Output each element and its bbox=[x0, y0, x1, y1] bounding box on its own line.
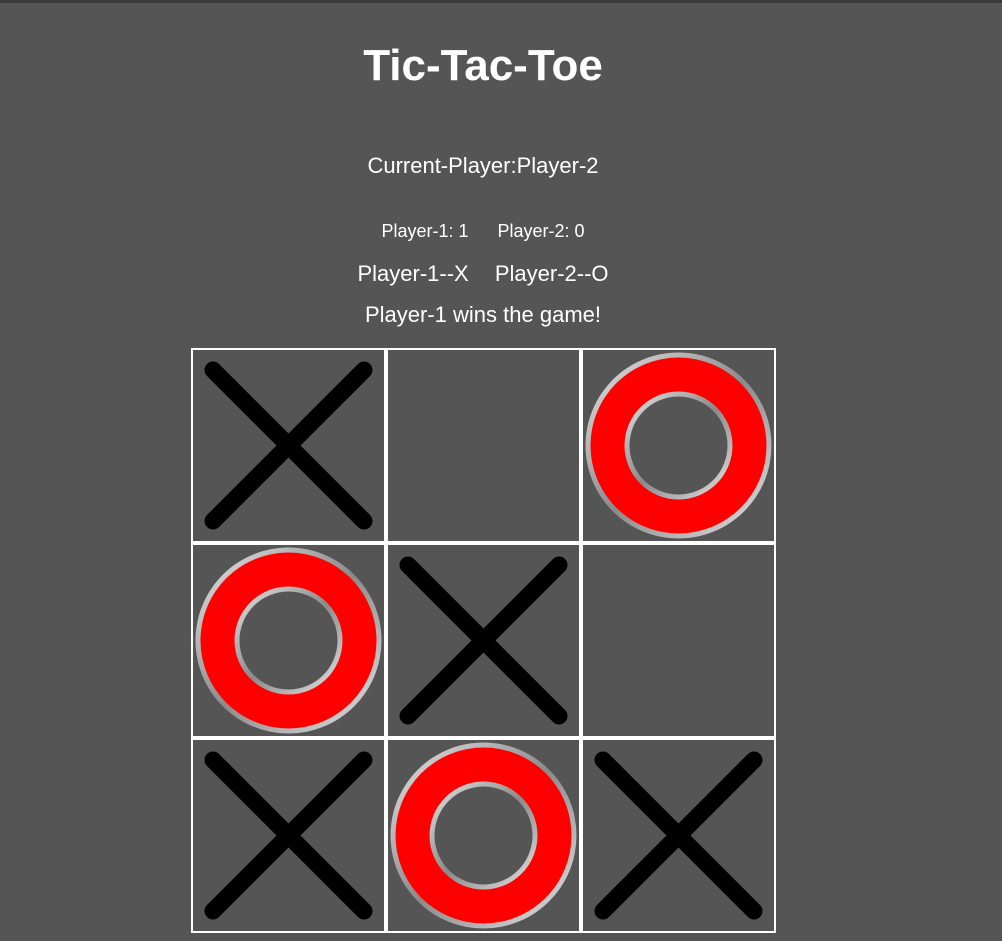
o-mark-icon bbox=[195, 547, 382, 734]
o-mark-icon bbox=[585, 352, 772, 539]
x-mark-icon bbox=[594, 751, 763, 920]
x-mark-icon bbox=[399, 556, 568, 725]
board-cell-1-2[interactable] bbox=[583, 545, 774, 736]
board-cell-0-0[interactable] bbox=[193, 350, 384, 541]
board-cell-1-0[interactable] bbox=[193, 545, 384, 736]
player2-symbol: Player-2--O bbox=[494, 261, 609, 286]
game-board bbox=[191, 348, 776, 933]
x-mark-icon bbox=[204, 751, 373, 920]
board-cell-2-2[interactable] bbox=[583, 740, 774, 931]
player-symbols: Player-1--X Player-2--O bbox=[0, 260, 966, 288]
player1-score: Player-1: 1 bbox=[381, 221, 469, 241]
board-cell-2-1[interactable] bbox=[388, 740, 579, 931]
page-title: Tic-Tac-Toe bbox=[363, 41, 603, 90]
player1-symbol: Player-1--X bbox=[357, 261, 469, 286]
board-cell-0-1[interactable] bbox=[388, 350, 579, 541]
board-cell-0-2[interactable] bbox=[583, 350, 774, 541]
current-player-status: Current-Player:Player-2 bbox=[367, 153, 599, 178]
player2-score: Player-2: 0 bbox=[497, 221, 585, 241]
window-top-border bbox=[0, 0, 1002, 3]
x-mark-icon bbox=[204, 361, 373, 530]
game-result-message: Player-1 wins the game! bbox=[365, 302, 601, 327]
scoreboard: Player-1: 1 Player-2: 0 bbox=[0, 220, 966, 242]
board-cell-1-1[interactable] bbox=[388, 545, 579, 736]
o-mark-icon bbox=[390, 742, 577, 929]
board-cell-2-0[interactable] bbox=[193, 740, 384, 931]
